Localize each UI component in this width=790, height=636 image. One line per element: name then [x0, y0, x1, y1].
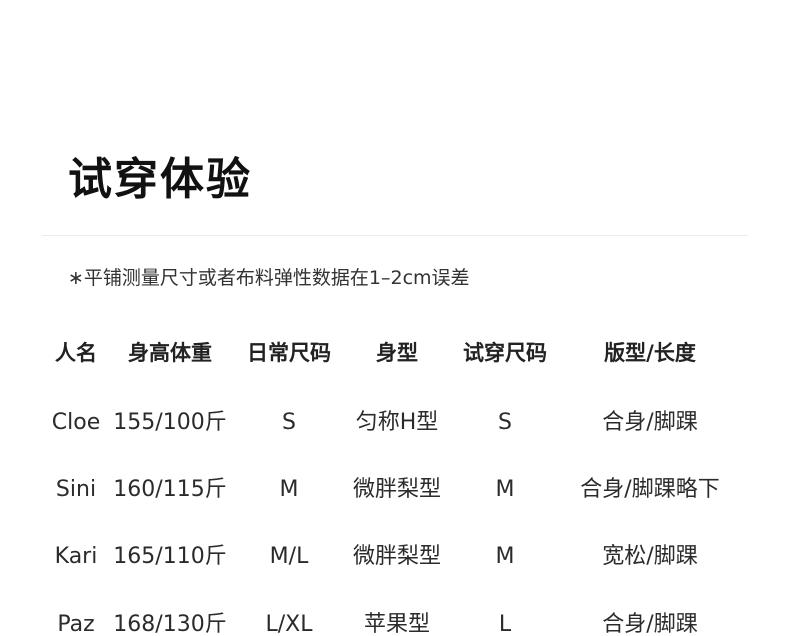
table-cell-height-weight: 155/100斤 — [113, 410, 227, 435]
table-cell-body-type: 苹果型 — [363, 612, 431, 636]
header-height-weight: 身高体重 — [128, 341, 212, 365]
table-cell-tried-size: M — [495, 544, 515, 569]
table-cell-name: Paz — [57, 612, 95, 636]
table-cell-usual-size: M — [279, 477, 299, 502]
table-cell-name: Sini — [55, 477, 97, 502]
table-cell-name: Kari — [54, 544, 98, 569]
table-cell-body-type: 微胖梨型 — [352, 477, 442, 502]
table-cell-tried-size: L — [498, 612, 512, 636]
table-cell-fit-length: 合身/脚踝 — [602, 410, 698, 435]
table-cell-height-weight: 160/115斤 — [113, 477, 227, 502]
table-cell-usual-size: M/L — [269, 544, 309, 569]
table-cell-usual-size: S — [282, 410, 296, 435]
table-cell-fit-length: 合身/脚踝 — [602, 612, 698, 636]
table-cell-body-type: 微胖梨型 — [352, 544, 442, 569]
table-cell-name: Cloe — [51, 410, 101, 435]
table-cell-usual-size: L/XL — [265, 612, 313, 636]
table-cell-body-type: 匀称H型 — [355, 410, 439, 435]
table-cell-height-weight: 168/130斤 — [113, 612, 227, 636]
header-usual-size: 日常尺码 — [247, 341, 331, 365]
table-cell-tried-size: S — [498, 410, 512, 435]
fitting-table: 人名 身高体重 日常尺码 身型 试穿尺码 版型/长度 Cloe 155/100斤… — [0, 0, 790, 636]
table-cell-tried-size: M — [495, 477, 515, 502]
header-body-type: 身型 — [376, 341, 418, 365]
header-name: 人名 — [55, 341, 97, 365]
fitting-experience-section: 试穿体验 ∗平铺测量尺寸或者布料弹性数据在1–2cm误差 人名 身高体重 日常尺… — [0, 0, 790, 636]
header-tried-size: 试穿尺码 — [463, 341, 547, 365]
header-fit-length: 版型/长度 — [604, 341, 696, 365]
table-cell-height-weight: 165/110斤 — [113, 544, 227, 569]
table-cell-fit-length: 宽松/脚踝 — [602, 544, 698, 569]
table-cell-fit-length: 合身/脚踝略下 — [580, 477, 720, 502]
